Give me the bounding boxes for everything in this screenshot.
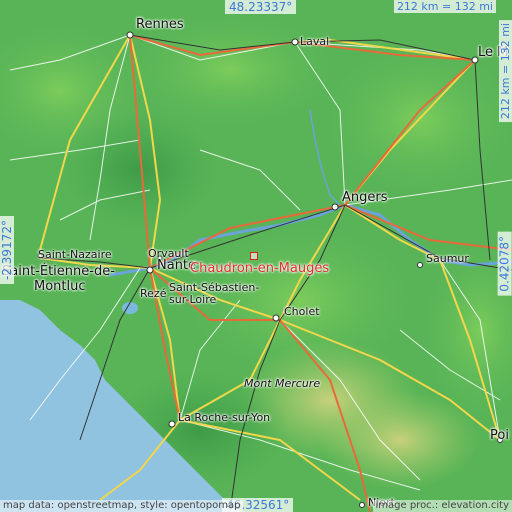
coord-top-label: 48.23337° [225, 0, 297, 14]
coord-left-label: -2.39172° [0, 216, 14, 284]
city-label-reze[interactable]: Rezé [140, 288, 166, 300]
city-label-la-roche[interactable]: La Roche-sur-Yon [178, 412, 270, 424]
city-label-mont-mercure[interactable]: Mont Mercure [244, 378, 320, 390]
city-label-laval[interactable]: Laval [300, 36, 329, 48]
city-label-rennes[interactable]: Rennes [136, 18, 184, 31]
city-label-saint-etienne[interactable]: Saint-Étienne-de- [2, 265, 115, 278]
city-label-montluc[interactable]: Montluc [34, 280, 86, 293]
map-credit: map data: openstreetmap, style: opentopo… [0, 500, 244, 512]
scale-label-horizontal: 212 km = 132 mi [393, 0, 496, 13]
image-credit: image proc.: elevation.city [372, 500, 512, 512]
scale-label-vertical: 212 km = 132 mi [499, 20, 512, 123]
city-label-poitiers[interactable]: Poi [490, 429, 509, 442]
city-label-angers[interactable]: Angers [342, 191, 388, 204]
city-label-orvault[interactable]: Orvault [148, 248, 189, 260]
highlight-town-label[interactable]: Chaudron-en-Mauges [190, 261, 329, 276]
city-label-cholet[interactable]: Cholet [284, 306, 320, 318]
city-label-saint-nazaire[interactable]: Saint-Nazaire [38, 249, 112, 261]
coord-right-label: 0.42078° [498, 232, 512, 296]
city-label-sur-loire[interactable]: sur-Loire [169, 294, 216, 306]
location-marker[interactable] [250, 252, 258, 260]
map-view[interactable]: Rennes Laval Le M Angers Saumur Cholet N… [0, 0, 512, 512]
city-label-saumur[interactable]: Saumur [426, 253, 469, 265]
